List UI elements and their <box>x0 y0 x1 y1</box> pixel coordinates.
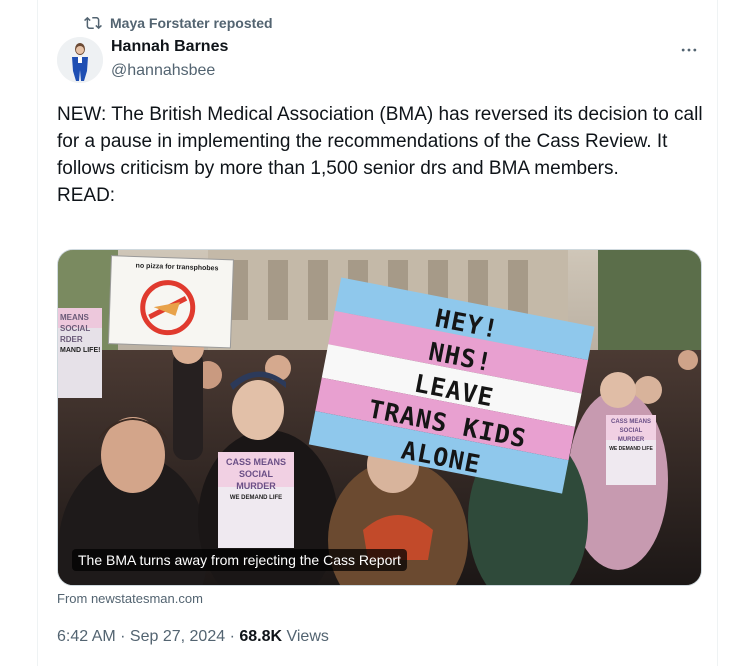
timeline-border-left <box>37 0 38 666</box>
views-count[interactable]: 68.8K <box>239 628 282 645</box>
repost-indicator[interactable]: Maya Forstater reposted <box>84 14 273 32</box>
tweet-date[interactable]: Sep 27, 2024 <box>130 628 225 645</box>
card-source[interactable]: From newstatesman.com <box>57 591 203 606</box>
meta-separator: · <box>115 628 130 645</box>
repost-label: Maya Forstater reposted <box>110 15 273 31</box>
sign-center-line: CASS MEANS <box>225 457 286 467</box>
avatar[interactable] <box>57 37 103 83</box>
meta-separator: · <box>225 628 240 645</box>
timeline-border-right <box>717 0 718 666</box>
tweet-time[interactable]: 6:42 AM <box>57 628 116 645</box>
sign-center-line: SOCIAL <box>238 469 273 479</box>
sign-right-line: WE DEMAND LIFE <box>609 446 653 452</box>
views-label: Views <box>282 628 329 645</box>
sign-left-line: RDER <box>60 335 83 344</box>
card-caption: The BMA turns away from rejecting the Ca… <box>72 549 407 571</box>
sign-left-line: MEANS <box>60 313 89 322</box>
tweet-meta: 6:42 AM · Sep 27, 2024 · 68.8K Views <box>57 628 329 646</box>
author-handle[interactable]: @hannahsbee <box>111 62 215 80</box>
sign-left-line: SOCIAL <box>60 324 91 333</box>
link-card[interactable]: no pizza for transphobes MEANS SOCIAL RD… <box>57 249 702 586</box>
avatar-image <box>57 37 103 83</box>
more-options-button[interactable] <box>676 40 702 60</box>
more-icon <box>681 48 697 52</box>
repost-icon <box>84 16 102 30</box>
sign-right-line: SOCIAL <box>619 428 643 434</box>
sign-center-line: MURDER <box>236 481 276 491</box>
sign-right-line: MURDER <box>617 437 645 443</box>
author-name[interactable]: Hannah Barnes <box>111 38 228 56</box>
sign-right-line: CASS MEANS <box>610 419 651 425</box>
sign-center-line: WE DEMAND LIFE <box>229 495 283 501</box>
tweet-text: NEW: The British Medical Association (BM… <box>57 104 703 206</box>
sign-left-line: MAND LIFE! <box>60 347 101 354</box>
